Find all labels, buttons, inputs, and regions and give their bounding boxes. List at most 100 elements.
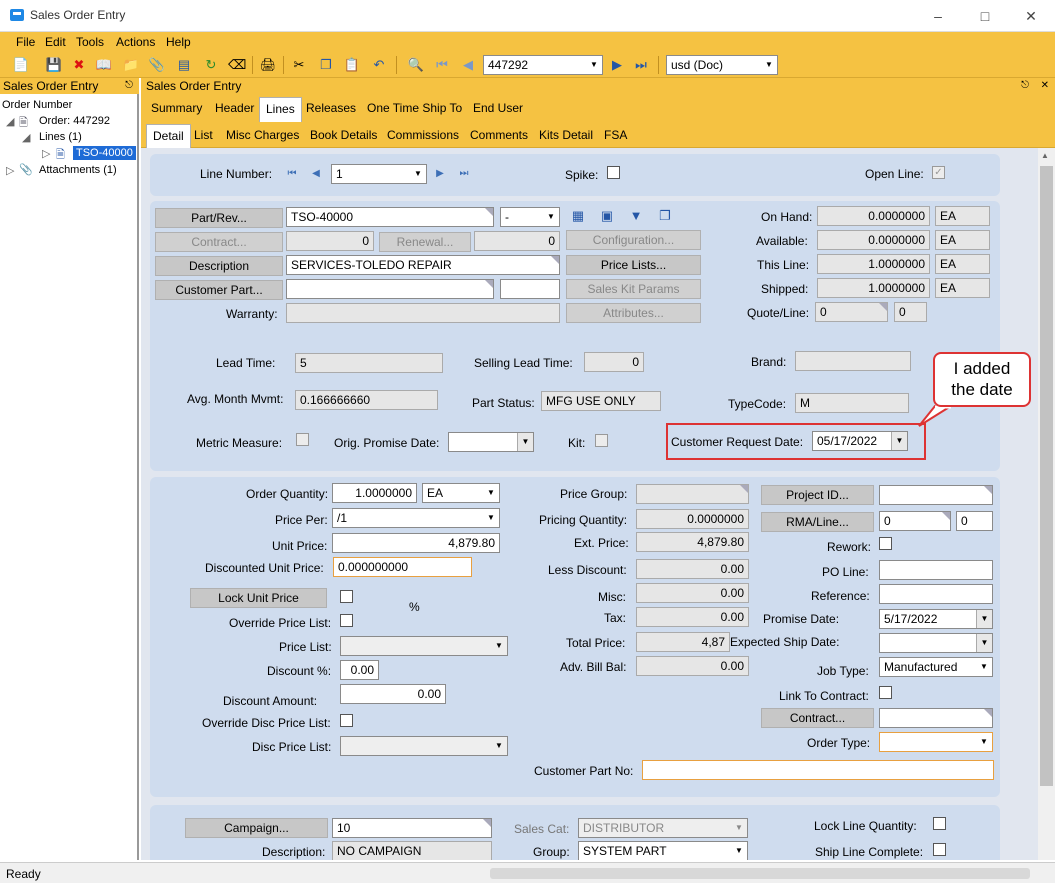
- next-line-icon[interactable]: ▶: [430, 164, 450, 184]
- discount-amount-input[interactable]: 0.00: [340, 684, 446, 704]
- ship-line-complete-checkbox[interactable]: [933, 843, 946, 856]
- lock-unit-price-checkbox[interactable]: [340, 590, 353, 603]
- misc-value[interactable]: 0.00: [636, 583, 749, 603]
- pricing-quantity-value[interactable]: 0.0000000: [636, 509, 749, 529]
- selling-lead-time-value[interactable]: 0: [584, 352, 644, 372]
- project-id-button[interactable]: Project ID...: [761, 485, 874, 505]
- promise-date-combo[interactable]: 5/17/2022 ▼: [879, 609, 993, 629]
- eraser-icon[interactable]: ⌫: [228, 56, 246, 74]
- renewal-value[interactable]: 0: [474, 231, 560, 251]
- attributes-button[interactable]: Attributes...: [566, 303, 701, 323]
- copy-icon[interactable]: ❐: [317, 56, 335, 74]
- less-discount-value[interactable]: 0.00: [636, 559, 749, 579]
- new-icon[interactable]: 📄: [12, 56, 30, 74]
- price-list-combo[interactable]: ▼: [340, 636, 508, 656]
- refresh-icon[interactable]: ↻: [202, 56, 220, 74]
- tab-comments[interactable]: Comments: [464, 124, 534, 148]
- tree-line-item[interactable]: TSO-40000: [73, 146, 136, 160]
- job-type-combo[interactable]: Manufactured ▼: [879, 657, 993, 677]
- po-line-input[interactable]: [879, 560, 993, 580]
- total-price-value[interactable]: 4,87: [636, 632, 730, 652]
- unit-price-input[interactable]: 4,879.80: [332, 533, 500, 553]
- last-line-icon[interactable]: ⏭: [454, 164, 474, 184]
- override-disc-price-list-checkbox[interactable]: [340, 714, 353, 727]
- tab-list[interactable]: List: [188, 124, 219, 148]
- tab-end-user[interactable]: End User: [467, 97, 529, 121]
- undo-icon[interactable]: ↶: [370, 56, 388, 74]
- minimize-button[interactable]: –: [928, 6, 948, 26]
- currency-combo[interactable]: usd (Doc) ▼: [666, 55, 778, 75]
- copy-icon[interactable]: ❐: [656, 207, 674, 225]
- description-input[interactable]: SERVICES-TOLEDO REPAIR: [286, 255, 560, 275]
- customer-part-no-input[interactable]: [642, 760, 994, 780]
- paste-icon[interactable]: 📋: [343, 56, 361, 74]
- discounted-unit-price-input[interactable]: 0.000000000: [333, 557, 472, 577]
- configure-icon[interactable]: ▦: [569, 207, 587, 225]
- expand-icon[interactable]: ◢: [22, 131, 30, 144]
- collapse-icon[interactable]: ▷: [6, 164, 14, 177]
- metric-measure-checkbox[interactable]: [296, 433, 309, 446]
- first-record-icon[interactable]: ⏮: [433, 56, 451, 74]
- menu-edit[interactable]: Edit: [45, 35, 66, 49]
- renewal-button[interactable]: Renewal...: [379, 232, 471, 252]
- price-per-combo[interactable]: /1 ▼: [332, 508, 500, 528]
- campaign-description-value[interactable]: NO CAMPAIGN: [332, 841, 492, 860]
- last-record-icon[interactable]: ⏭: [632, 56, 650, 74]
- on-hand-value[interactable]: 0.0000000: [817, 206, 930, 226]
- save-icon[interactable]: 💾: [45, 56, 63, 74]
- contract-value[interactable]: 0: [286, 231, 374, 251]
- close-button[interactable]: ✕: [1021, 6, 1041, 26]
- this-line-value[interactable]: 1.0000000: [817, 254, 930, 274]
- tree-order[interactable]: Order: 447292: [39, 115, 110, 127]
- sales-kit-params-button[interactable]: Sales Kit Params: [566, 279, 701, 299]
- quote-input[interactable]: 0: [815, 302, 888, 322]
- order-number-combo[interactable]: 447292 ▼: [483, 55, 603, 75]
- tab-releases[interactable]: Releases: [300, 97, 362, 121]
- cut-icon[interactable]: ✂: [290, 56, 308, 74]
- on-hand-uom[interactable]: EA: [935, 206, 990, 226]
- maximize-button[interactable]: □: [975, 6, 995, 26]
- tab-one-time-ship-to[interactable]: One Time Ship To: [361, 97, 468, 121]
- reference-input[interactable]: [879, 584, 993, 604]
- revision-combo[interactable]: - ▼: [500, 207, 560, 227]
- attach-icon[interactable]: 📎: [148, 56, 166, 74]
- part-rev-button[interactable]: Part/Rev...: [155, 208, 283, 228]
- this-line-uom[interactable]: EA: [935, 254, 990, 274]
- ext-price-value[interactable]: 4,879.80: [636, 532, 749, 552]
- lead-time-value[interactable]: 5: [295, 353, 443, 373]
- typecode-value[interactable]: M: [795, 393, 909, 413]
- expand-icon[interactable]: ◢: [6, 115, 14, 128]
- adv-bill-bal-value[interactable]: 0.00: [636, 656, 749, 676]
- menu-help[interactable]: Help: [166, 35, 191, 49]
- tab-header[interactable]: Header: [209, 97, 260, 121]
- rework-checkbox[interactable]: [879, 537, 892, 550]
- avg-month-value[interactable]: 0.166666660: [295, 390, 438, 410]
- collapse-icon[interactable]: ▷: [42, 147, 50, 160]
- rma-input[interactable]: 0: [879, 511, 951, 531]
- image-icon[interactable]: ▣: [598, 207, 616, 225]
- expected-ship-date-combo[interactable]: ▼: [879, 633, 993, 653]
- tree-attachments[interactable]: Attachments (1): [39, 164, 117, 176]
- order-quantity-input[interactable]: 1.0000000: [332, 483, 417, 503]
- tab-commissions[interactable]: Commissions: [381, 124, 465, 148]
- tab-misc-charges[interactable]: Misc Charges: [220, 124, 305, 148]
- print-icon[interactable]: 🖨: [259, 56, 277, 74]
- menu-file[interactable]: File: [16, 35, 35, 49]
- prev-record-icon[interactable]: ◀: [459, 56, 477, 74]
- sales-cat-combo[interactable]: DISTRIBUTOR ▼: [578, 818, 748, 838]
- orig-promise-date-combo[interactable]: ▼: [448, 432, 534, 452]
- project-id-input[interactable]: [879, 485, 993, 505]
- tab-summary[interactable]: Summary: [145, 97, 208, 121]
- download-icon[interactable]: ▼: [627, 207, 645, 225]
- scroll-thumb[interactable]: [1040, 166, 1053, 786]
- campaign-button[interactable]: Campaign...: [185, 818, 328, 838]
- lock-line-quantity-checkbox[interactable]: [933, 817, 946, 830]
- tree-lines[interactable]: Lines (1): [39, 131, 82, 143]
- description-button[interactable]: Description: [155, 256, 283, 276]
- delete-icon[interactable]: ✖: [70, 56, 88, 74]
- available-uom[interactable]: EA: [935, 230, 990, 250]
- contract-line-input[interactable]: [879, 708, 993, 728]
- customer-part-rev-input[interactable]: [500, 279, 560, 299]
- copy-doc-icon[interactable]: ▤: [175, 56, 193, 74]
- part-input[interactable]: TSO-40000: [286, 207, 494, 227]
